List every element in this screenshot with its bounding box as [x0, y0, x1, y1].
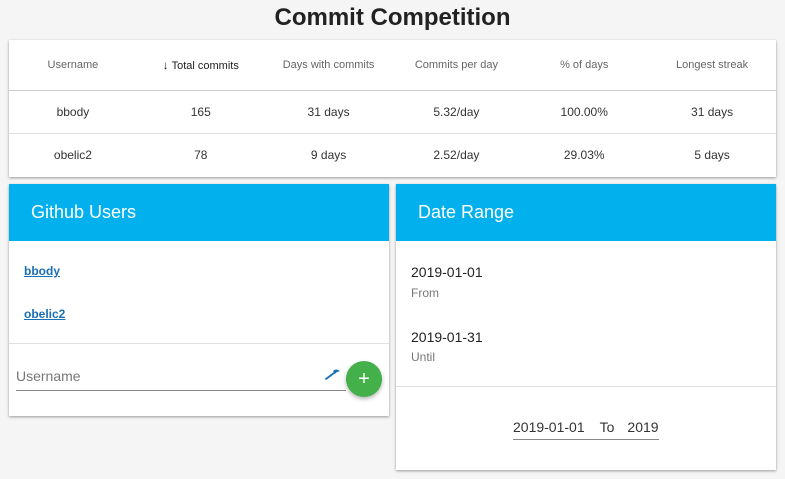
- user-link-bbody[interactable]: bbody: [24, 264, 60, 278]
- table-cell: 5 days: [694, 147, 730, 162]
- column-header-commits-per-day[interactable]: Commits per day: [392, 40, 521, 91]
- column-header-days-with-commits[interactable]: Days with commits: [264, 40, 393, 91]
- table-cell: 29.03%: [563, 147, 605, 162]
- column-header-username[interactable]: Username: [9, 40, 137, 91]
- table-cell: 2.52/day: [433, 147, 480, 162]
- arrow-down-icon: ↓: [162, 57, 169, 72]
- range-end-input[interactable]: 2019-01-31: [627, 419, 659, 435]
- range-to-label: To: [599, 418, 615, 435]
- until-date-value: 2019-01-31: [411, 329, 483, 345]
- table-cell: 9 days: [310, 147, 347, 162]
- username-input[interactable]: [16, 361, 346, 391]
- table-header-row: Username ↓ Total commits Days with commit…: [9, 40, 776, 91]
- wrench-icon[interactable]: [325, 367, 341, 381]
- github-users-header: Github Users: [9, 184, 389, 241]
- table-row: obelic2 78 9 days 2.52/day 29.03% 5 days: [9, 133, 776, 176]
- date-range-picker[interactable]: 2019-01-01 To 2019-01-31: [513, 414, 659, 440]
- table-cell: 31 days: [264, 90, 393, 134]
- page-title: Commit Competition: [274, 4, 511, 31]
- stats-table-card: Username ↓ Total commits Days with commit…: [9, 40, 776, 177]
- table-cell: bbody: [9, 90, 137, 134]
- github-users-card: Github Users bbody obelic2 +: [9, 184, 389, 416]
- table-cell: 165: [136, 90, 265, 134]
- from-date-value: 2019-01-01: [411, 264, 483, 280]
- stats-table: Username ↓ Total commits Days with commit…: [9, 40, 776, 176]
- divider: [9, 343, 389, 344]
- table-cell: obelic2: [53, 147, 92, 162]
- table-cell: 5.32/day: [392, 90, 521, 134]
- table-cell: 31 days: [648, 90, 776, 134]
- date-range-header: Date Range: [396, 184, 776, 241]
- table-cell: 78: [194, 147, 208, 162]
- table-cell: 100.00%: [520, 90, 649, 134]
- date-range-card: Date Range 2019-01-01 From 2019-01-31 Un…: [396, 184, 776, 470]
- column-header-total-commits[interactable]: ↓ Total commits: [136, 40, 265, 91]
- column-header-percent-of-days[interactable]: % of days: [520, 40, 649, 91]
- until-date-label: Until: [411, 350, 436, 364]
- from-date-label: From: [411, 286, 439, 300]
- column-header-longest-streak[interactable]: Longest streak: [648, 40, 776, 91]
- add-user-button[interactable]: +: [346, 361, 382, 397]
- divider: [396, 386, 776, 387]
- range-start-input[interactable]: 2019-01-01: [513, 419, 585, 435]
- table-row: bbody 165 31 days 5.32/day 100.00% 31 da…: [9, 90, 776, 134]
- user-link-obelic2[interactable]: obelic2: [24, 307, 65, 321]
